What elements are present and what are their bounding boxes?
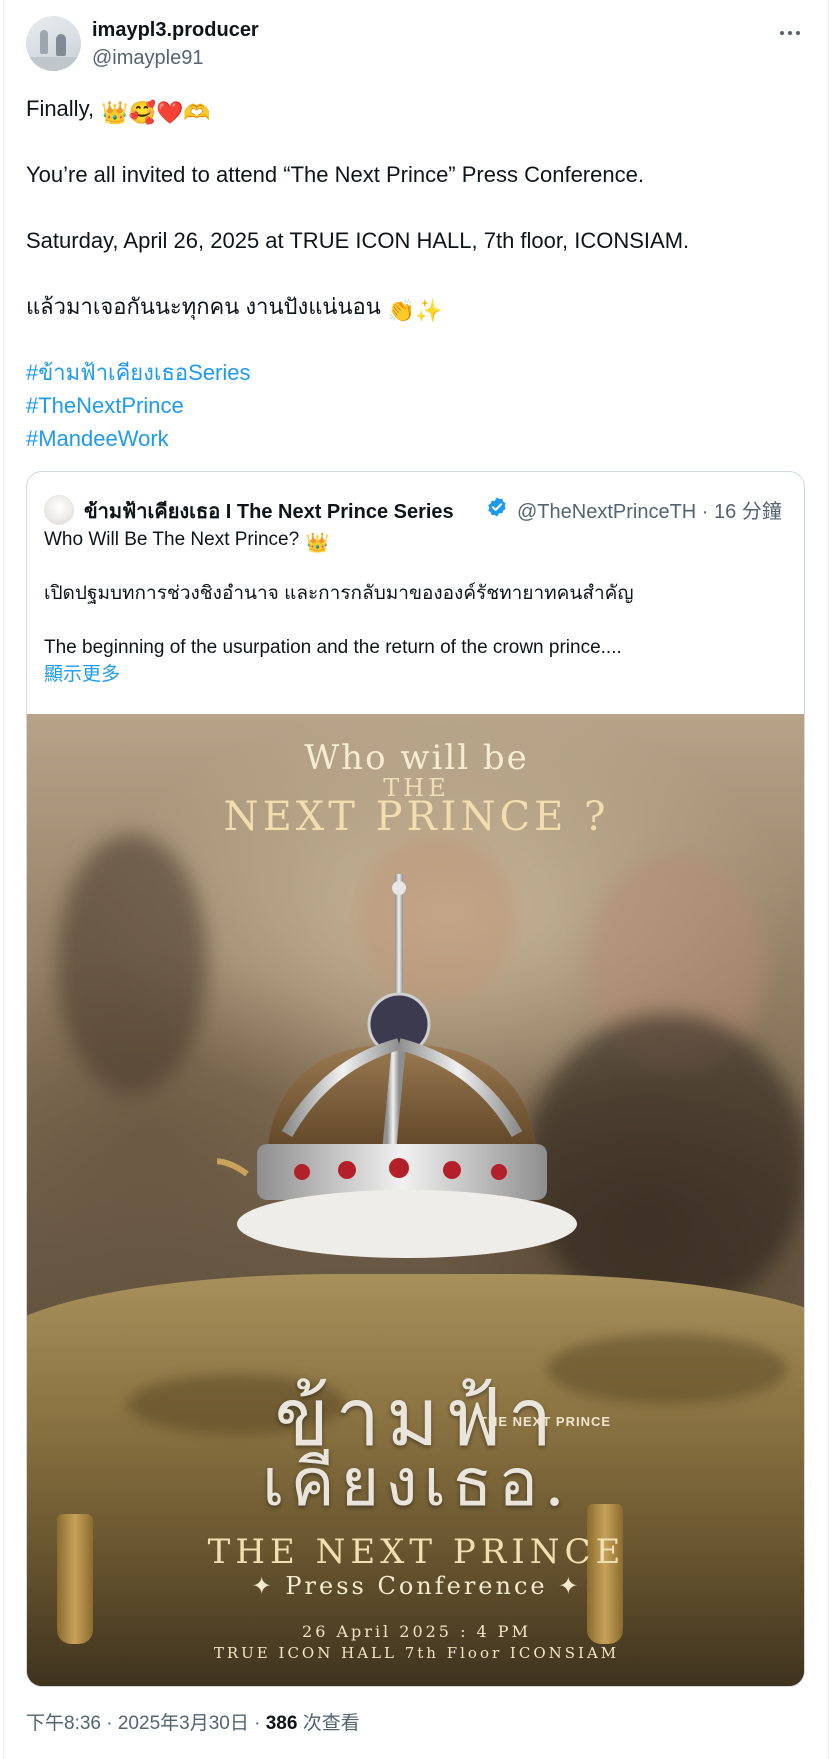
quoted-line: The beginning of the usurpation and the … bbox=[44, 637, 622, 658]
emoji-group: 👑🥰❤️🫶 bbox=[101, 100, 211, 125]
crown-emoji: 👑 bbox=[305, 533, 330, 554]
views-count: 386 bbox=[265, 1713, 298, 1734]
tweet-line-text: แล้วมาเจอกันนะทุกคน งานปังแน่นอน bbox=[26, 294, 381, 319]
crown-illustration bbox=[217, 874, 577, 1258]
quoted-tweet-card[interactable]: ข้ามฟ้าเคียงเธอ I The Next Prince Series… bbox=[26, 471, 805, 1687]
quoted-line-text: Who Will Be The Next Prince? bbox=[44, 529, 300, 550]
poster-date: 26 April 2025 : 4 PM bbox=[302, 1622, 531, 1641]
poster-subtitle: ✦ Press Conference ✦ bbox=[251, 1572, 582, 1600]
avatar-figure bbox=[56, 34, 66, 56]
tweet-line: Finally, 👑🥰❤️🫶 bbox=[26, 92, 806, 125]
dot-icon bbox=[788, 31, 792, 35]
emoji-group: 👏✨ bbox=[387, 298, 443, 323]
tweet-meta: 下午8:36 · 2025年3月30日 · 386 次查看 bbox=[26, 1708, 360, 1735]
tweet-text: Finally, 👑🥰❤️🫶 You’re all invited to att… bbox=[26, 92, 806, 455]
quoted-display-name[interactable]: ข้ามฟ้าเคียงเธอ I The Next Prince Series bbox=[84, 495, 454, 527]
hashtag-link[interactable]: #TheNextPrince bbox=[26, 389, 806, 422]
verified-badge-icon bbox=[488, 497, 506, 517]
tweet-line: แล้วมาเจอกันนะทุกคน งานปังแน่นอน 👏✨ bbox=[26, 290, 806, 323]
poster-image[interactable]: Who will be THE NEXT PRINCE ? ข้ามฟ้า TH… bbox=[27, 714, 804, 1686]
hashtag-link[interactable]: #ข้ามฟ้าเคียงเธอSeries bbox=[26, 356, 806, 389]
views-label: 次查看 bbox=[297, 1713, 360, 1734]
poster-title: THE NEXT PRINCE bbox=[207, 1532, 626, 1572]
quoted-tweet-header: ข้ามฟ้าเคียงเธอ I The Next Prince Series… bbox=[44, 492, 794, 525]
blurred-person bbox=[57, 834, 207, 1094]
logo-subtitle: THE NEXT PRINCE bbox=[479, 1414, 612, 1429]
poster-headline: NEXT PRINCE ? bbox=[223, 794, 610, 840]
quoted-avatar[interactable] bbox=[44, 495, 74, 525]
tweet-line-text: Finally, bbox=[26, 96, 95, 121]
hashtag-link[interactable]: #MandeeWork bbox=[26, 422, 806, 455]
avatar-figure bbox=[40, 30, 48, 54]
timestamp-link[interactable]: 下午8:36 · 2025年3月30日 · bbox=[26, 1713, 266, 1734]
poster-headline: Who will be bbox=[304, 738, 529, 778]
avatar-floor bbox=[26, 57, 81, 71]
quoted-line: Who Will Be The Next Prince? 👑 bbox=[44, 526, 784, 554]
tweet-line: You’re all invited to attend “The Next P… bbox=[26, 162, 644, 187]
poster-venue: TRUE ICON HALL 7th Floor ICONSIAM bbox=[213, 1644, 620, 1662]
quoted-line: เปิดปฐมบทการช่วงชิงอำนาจ และการกลับมาของ… bbox=[44, 583, 634, 604]
quoted-tweet-text: Who Will Be The Next Prince? 👑 เปิดปฐมบท… bbox=[44, 526, 784, 688]
tweet-header: imaypl3.producer @imayple91 bbox=[26, 16, 808, 72]
tweet-line: Saturday, April 26, 2025 at TRUE ICON HA… bbox=[26, 228, 690, 253]
more-options-button[interactable] bbox=[772, 18, 808, 48]
show-more-link[interactable]: 顯示更多 bbox=[44, 661, 784, 688]
quoted-handle-time[interactable]: @TheNextPrinceTH · 16 分鐘 bbox=[517, 495, 782, 524]
user-handle[interactable]: @imayple91 bbox=[92, 47, 203, 70]
avatar[interactable] bbox=[26, 16, 81, 71]
dot-icon bbox=[796, 31, 800, 35]
display-name[interactable]: imaypl3.producer bbox=[92, 19, 259, 42]
logo-thai-line: เคียงเธอ. bbox=[261, 1444, 572, 1521]
dot-icon bbox=[780, 31, 784, 35]
